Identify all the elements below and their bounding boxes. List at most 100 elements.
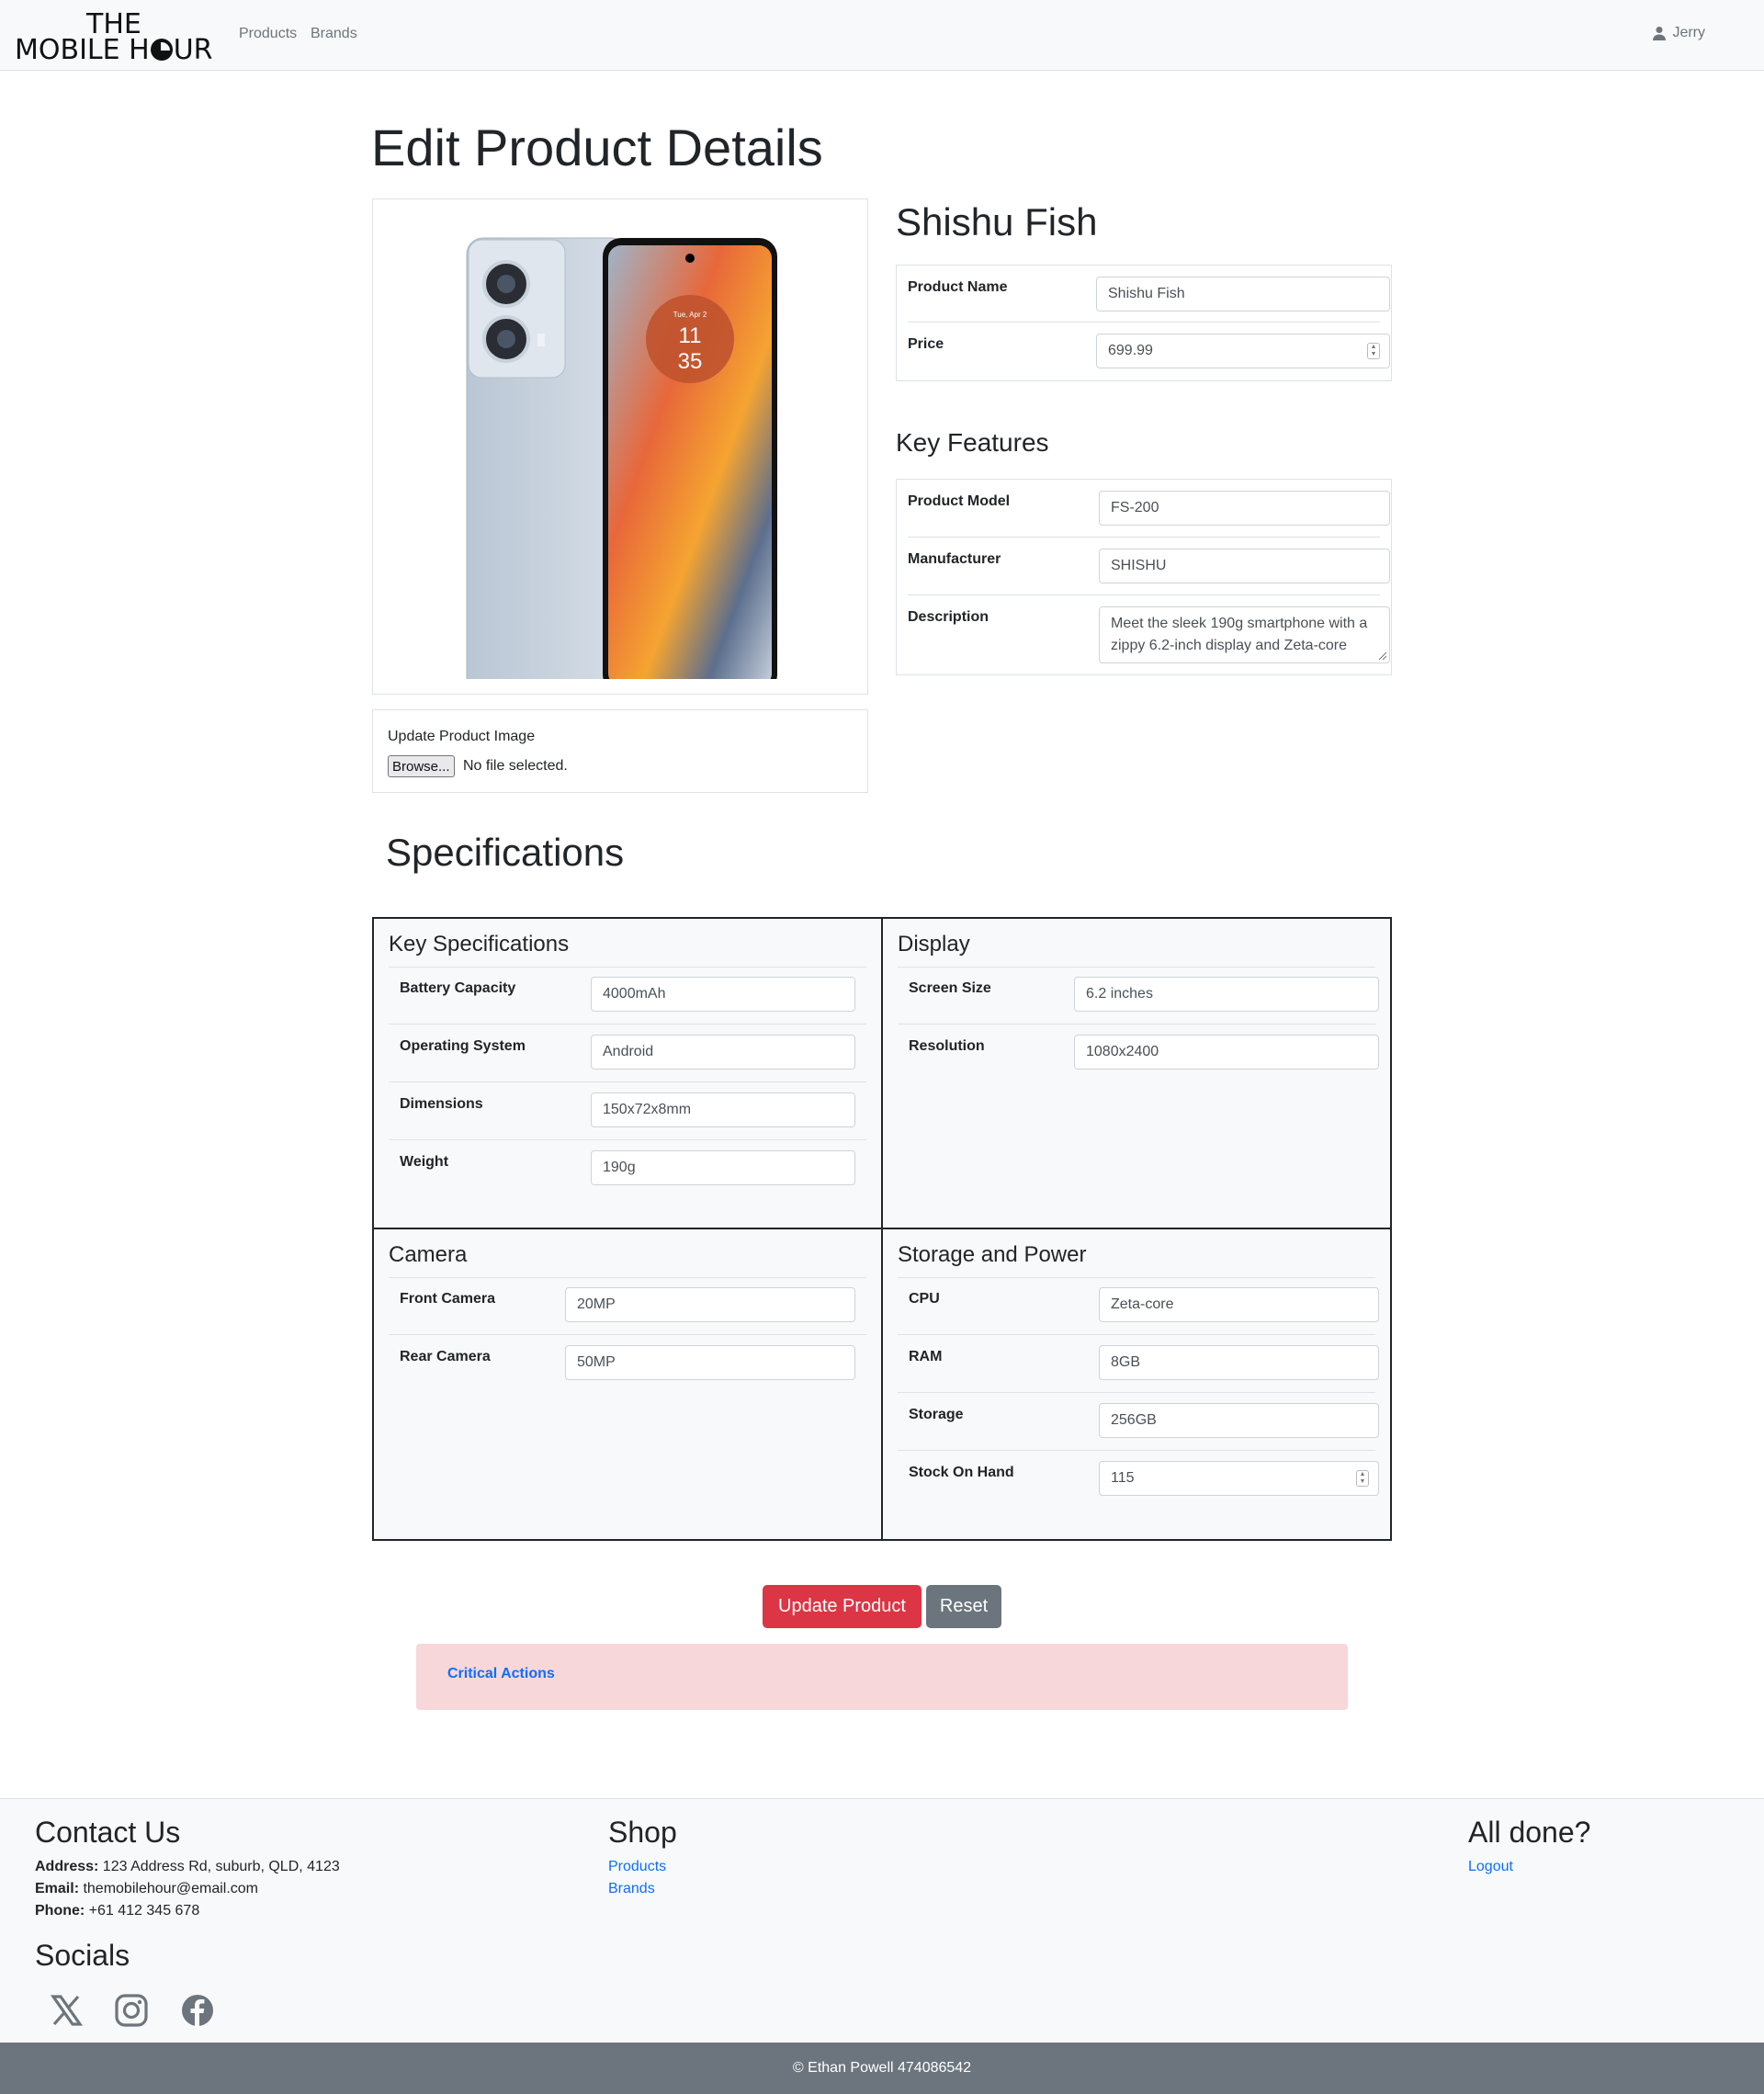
address-line: Address: 123 Address Rd, suburb, QLD, 41… [35, 1859, 340, 1875]
resolution-label: Resolution [909, 1038, 985, 1054]
key-features-heading: Key Features [896, 428, 1049, 457]
product-name-input[interactable]: Shishu Fish [1096, 277, 1390, 311]
logout-link[interactable]: Logout [1468, 1859, 1513, 1875]
storage-power-title: Storage and Power [898, 1242, 1087, 1267]
storage-input[interactable]: 256GB [1099, 1403, 1379, 1438]
display-box: Display Screen Size 6.2 inches Resolutio… [881, 917, 1392, 1229]
browse-button[interactable]: Browse... [388, 755, 455, 777]
rear-camera-input[interactable]: 50MP [565, 1345, 855, 1380]
weight-row: Weight 190g [389, 1140, 866, 1198]
key-specs-box: Key Specifications Battery Capacity 4000… [372, 917, 883, 1229]
front-camera-row: Front Camera 20MP [389, 1277, 866, 1335]
facebook-icon[interactable] [179, 1992, 216, 2029]
stock-spinner[interactable]: ▲ ▼ [1356, 1470, 1369, 1487]
resolution-input[interactable]: 1080x2400 [1074, 1035, 1379, 1070]
manufacturer-row: Manufacturer SHISHU [908, 538, 1390, 595]
dimensions-input[interactable]: 150x72x8mm [591, 1092, 855, 1127]
user-name: Jerry [1672, 25, 1705, 40]
update-image-card: Update Product Image Browse... No file s… [372, 709, 868, 793]
battery-input[interactable]: 4000mAh [591, 977, 855, 1012]
resize-grip-icon[interactable] [1378, 651, 1387, 661]
stock-label: Stock On Hand [909, 1465, 1014, 1480]
model-input[interactable]: FS-200 [1099, 491, 1390, 526]
logo-line-2: MOBILE H UR [15, 37, 213, 64]
storage-power-box: Storage and Power CPU Zeta-core RAM 8GB … [881, 1228, 1392, 1541]
stock-value: 115 [1111, 1470, 1135, 1486]
cpu-row: CPU Zeta-core [898, 1277, 1379, 1335]
product-image: Tue, Apr 2 11 35 [466, 237, 777, 679]
price-value: 699.99 [1108, 343, 1153, 358]
rear-camera-row: Rear Camera 50MP [389, 1335, 866, 1393]
site-logo[interactable]: THE MOBILE H UR [15, 9, 217, 64]
description-textarea[interactable]: Meet the sleek 190g smartphone with a zi… [1099, 606, 1390, 663]
price-spinner[interactable]: ▲ ▼ [1367, 343, 1380, 359]
nav-products-link[interactable]: Products [239, 26, 297, 42]
dimensions-row: Dimensions 150x72x8mm [389, 1082, 866, 1140]
description-value: Meet the sleek 190g smartphone with a zi… [1111, 616, 1368, 653]
price-input[interactable]: 699.99 ▲ ▼ [1096, 334, 1390, 368]
screen-size-label: Screen Size [909, 980, 991, 996]
address-label: Address: [35, 1859, 99, 1874]
footer-products-link[interactable]: Products [608, 1859, 666, 1875]
display-title: Display [898, 932, 970, 956]
user-menu[interactable]: Jerry [1652, 25, 1705, 41]
ram-input[interactable]: 8GB [1099, 1345, 1379, 1380]
storage-label: Storage [909, 1407, 964, 1422]
phone-line: Phone: +61 412 345 678 [35, 1903, 199, 1919]
manufacturer-input[interactable]: SHISHU [1099, 549, 1390, 583]
phone-label: Phone: [35, 1903, 85, 1919]
clock-logo-icon [150, 39, 173, 61]
all-done-heading: All done? [1468, 1816, 1591, 1849]
instagram-icon[interactable] [113, 1992, 150, 2029]
ram-row: RAM 8GB [898, 1335, 1379, 1393]
stock-input[interactable]: 115 ▲ ▼ [1099, 1461, 1379, 1496]
price-label: Price [908, 336, 944, 352]
email-value: themobilehour@email.com [79, 1881, 259, 1896]
product-info-card: Product Name Shishu Fish Price 699.99 ▲ ▼ [896, 265, 1392, 381]
cpu-label: CPU [909, 1291, 940, 1307]
weight-input[interactable]: 190g [591, 1150, 855, 1185]
page-title: Edit Product Details [371, 119, 823, 176]
copyright-text: © Ethan Powell 474086542 [792, 2060, 972, 2076]
rear-camera-label: Rear Camera [400, 1349, 491, 1364]
manufacturer-label: Manufacturer [908, 551, 1001, 567]
screen-hour: 11 [679, 323, 702, 348]
front-camera-input[interactable]: 20MP [565, 1287, 855, 1322]
description-row: Description Meet the sleek 190g smartpho… [908, 595, 1390, 674]
camera-title: Camera [389, 1242, 468, 1267]
os-input[interactable]: Android [591, 1035, 855, 1070]
price-row: Price 699.99 ▲ ▼ [908, 323, 1390, 380]
description-label: Description [908, 609, 989, 625]
model-row: Product Model FS-200 [908, 480, 1390, 538]
cpu-input[interactable]: Zeta-core [1099, 1287, 1379, 1322]
screen-minute: 35 [678, 349, 703, 374]
email-line: Email: themobilehour@email.com [35, 1881, 258, 1897]
nav-brands-link[interactable]: Brands [311, 26, 357, 42]
logo-text-b: UR [173, 34, 213, 66]
battery-label: Battery Capacity [400, 980, 516, 996]
update-image-label: Update Product Image [388, 729, 536, 744]
footer-brands-link[interactable]: Brands [608, 1881, 655, 1897]
dimensions-label: Dimensions [400, 1096, 483, 1112]
x-icon[interactable] [48, 1992, 85, 2029]
update-product-button[interactable]: Update Product [763, 1585, 922, 1628]
critical-actions-toggle[interactable]: Critical Actions [447, 1666, 555, 1682]
product-heading: Shishu Fish [896, 200, 1098, 243]
shop-heading: Shop [608, 1816, 677, 1849]
email-label: Email: [35, 1881, 80, 1896]
battery-row: Battery Capacity 4000mAh [389, 967, 866, 1024]
product-name-label: Product Name [908, 279, 1008, 295]
screen-size-input[interactable]: 6.2 inches [1074, 977, 1379, 1012]
ram-label: RAM [909, 1349, 943, 1364]
footer: Contact Us Address: 123 Address Rd, subu… [0, 1798, 1764, 2043]
os-row: Operating System Android [389, 1024, 866, 1082]
storage-row: Storage 256GB [898, 1393, 1379, 1451]
socials-heading: Socials [35, 1939, 130, 1972]
reset-button[interactable]: Reset [926, 1585, 1001, 1628]
address-value: 123 Address Rd, suburb, QLD, 4123 [98, 1859, 340, 1874]
key-specs-title: Key Specifications [389, 932, 570, 956]
phone-value: +61 412 345 678 [85, 1903, 200, 1919]
os-label: Operating System [400, 1038, 526, 1054]
key-features-card: Product Model FS-200 Manufacturer SHISHU… [896, 479, 1392, 675]
user-icon [1653, 27, 1667, 40]
